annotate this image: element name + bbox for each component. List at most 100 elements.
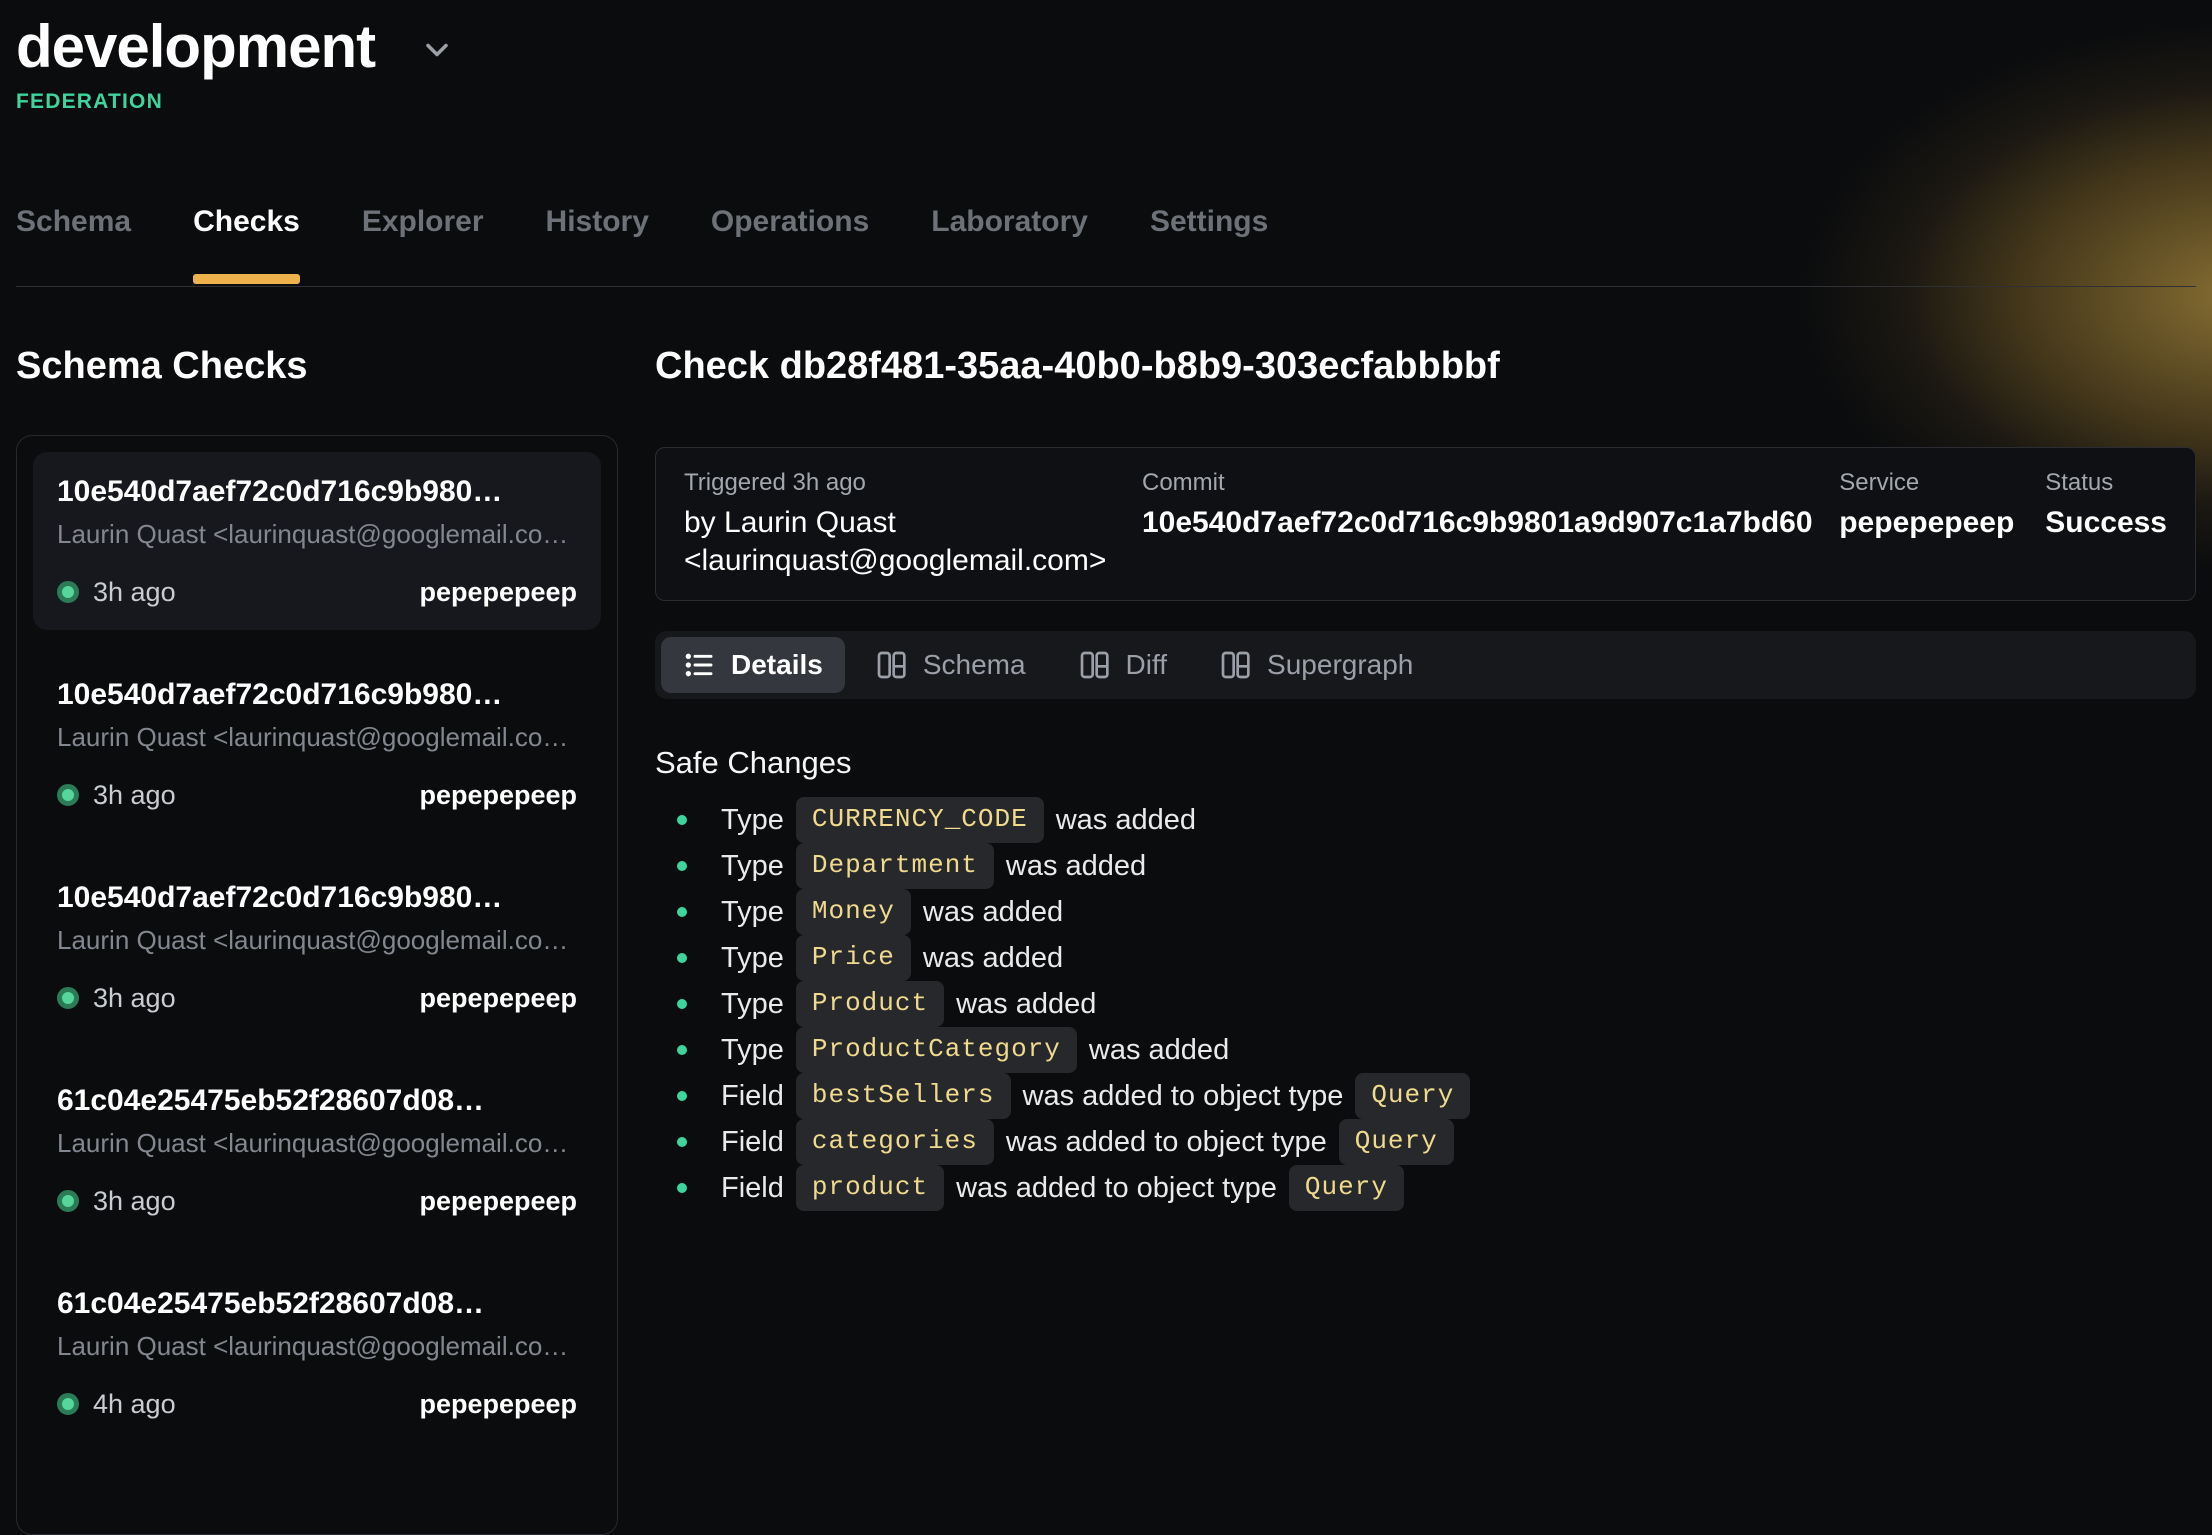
service-label: Service bbox=[1839, 468, 2045, 498]
check-hash: 10e540d7aef72c0d716c9b980… bbox=[57, 677, 577, 713]
view-tab-schema[interactable]: Schema bbox=[853, 637, 1048, 693]
change-item: Type Money was added bbox=[655, 889, 2196, 935]
safe-changes-list: Type CURRENCY_CODE was added Type Depart… bbox=[655, 797, 2196, 1211]
change-item: Type ProductCategory was added bbox=[655, 1027, 2196, 1073]
check-hash: 61c04e25475eb52f28607d08… bbox=[57, 1286, 577, 1322]
chevron-down-icon[interactable] bbox=[419, 32, 455, 68]
check-meta-panel: Triggered 3h ago by Laurin Quast <laurin… bbox=[655, 447, 2196, 601]
check-author: Laurin Quast <laurinquast@googlemail.co… bbox=[57, 1330, 577, 1362]
schema-check-item[interactable]: 10e540d7aef72c0d716c9b980… Laurin Quast … bbox=[33, 858, 601, 1036]
columns-icon bbox=[1078, 649, 1110, 681]
commit-label: Commit bbox=[1142, 468, 1839, 498]
tab-explorer[interactable]: Explorer bbox=[362, 204, 484, 286]
change-item: Type CURRENCY_CODE was added bbox=[655, 797, 2196, 843]
check-author: Laurin Quast <laurinquast@googlemail.co… bbox=[57, 518, 577, 550]
project-name: development bbox=[16, 14, 375, 80]
bullet-icon bbox=[677, 815, 687, 825]
change-item: Field bestSellers was added to object ty… bbox=[655, 1073, 2196, 1119]
check-view-tabs: Details Schema Diff Supergraph bbox=[655, 631, 2196, 699]
tab-laboratory[interactable]: Laboratory bbox=[931, 204, 1088, 286]
bullet-icon bbox=[677, 1045, 687, 1055]
change-item: Type Price was added bbox=[655, 935, 2196, 981]
check-hash: 10e540d7aef72c0d716c9b980… bbox=[57, 474, 577, 510]
bullet-icon bbox=[677, 1183, 687, 1193]
status-dot-icon bbox=[57, 1393, 79, 1415]
check-service: pepepepeep bbox=[419, 982, 577, 1014]
check-detail: Check db28f481-35aa-40b0-b8b9-303ecfabbb… bbox=[655, 343, 2196, 1535]
tab-operations[interactable]: Operations bbox=[711, 204, 869, 286]
meta-service: Service pepepepeep bbox=[1839, 468, 2045, 580]
schema-check-item[interactable]: 10e540d7aef72c0d716c9b980… Laurin Quast … bbox=[33, 655, 601, 833]
view-tab-diff[interactable]: Diff bbox=[1056, 637, 1190, 693]
columns-icon bbox=[1219, 649, 1251, 681]
status-value: Success bbox=[2045, 504, 2167, 542]
check-service: pepepepeep bbox=[419, 1185, 577, 1217]
columns-icon bbox=[875, 649, 907, 681]
project-header: development FEDERATION Schema Checks Explo… bbox=[0, 0, 2212, 287]
code-chip: categories bbox=[796, 1119, 994, 1165]
code-chip: Query bbox=[1355, 1073, 1470, 1119]
status-dot-icon bbox=[57, 987, 79, 1009]
code-chip: Money bbox=[796, 889, 911, 935]
bullet-icon bbox=[677, 1091, 687, 1101]
check-time: 3h ago bbox=[93, 576, 176, 608]
change-item: Type Product was added bbox=[655, 981, 2196, 1027]
check-time: 3h ago bbox=[93, 982, 176, 1014]
code-chip: Query bbox=[1339, 1119, 1454, 1165]
status-dot-icon bbox=[57, 784, 79, 806]
bullet-icon bbox=[677, 1137, 687, 1147]
code-chip: Product bbox=[796, 981, 944, 1027]
tab-settings[interactable]: Settings bbox=[1150, 204, 1268, 286]
meta-status: Status Success bbox=[2045, 468, 2167, 580]
view-tab-supergraph[interactable]: Supergraph bbox=[1197, 637, 1435, 693]
tab-schema[interactable]: Schema bbox=[16, 204, 131, 286]
triggered-label: Triggered 3h ago bbox=[684, 468, 1142, 498]
check-service: pepepepeep bbox=[419, 1388, 577, 1420]
triggered-value: by Laurin Quast <laurinquast@googlemail.… bbox=[684, 504, 1142, 580]
status-label: Status bbox=[2045, 468, 2167, 498]
schema-check-item[interactable]: 61c04e25475eb52f28607d08… Laurin Quast <… bbox=[33, 1264, 601, 1442]
code-chip: Query bbox=[1289, 1165, 1404, 1211]
code-chip: product bbox=[796, 1165, 944, 1211]
schema-check-item[interactable]: 61c04e25475eb52f28607d08… Laurin Quast <… bbox=[33, 1061, 601, 1239]
tab-history[interactable]: History bbox=[546, 204, 649, 286]
check-service: pepepepeep bbox=[419, 779, 577, 811]
status-dot-icon bbox=[57, 581, 79, 603]
bullet-icon bbox=[677, 953, 687, 963]
status-dot-icon bbox=[57, 1190, 79, 1212]
code-chip: CURRENCY_CODE bbox=[796, 797, 1044, 843]
code-chip: ProductCategory bbox=[796, 1027, 1077, 1073]
check-hash: 10e540d7aef72c0d716c9b980… bbox=[57, 880, 577, 916]
check-title: Check db28f481-35aa-40b0-b8b9-303ecfabbb… bbox=[655, 343, 2196, 389]
code-chip: Price bbox=[796, 935, 911, 981]
service-value: pepepepeep bbox=[1839, 504, 2045, 542]
check-author: Laurin Quast <laurinquast@googlemail.co… bbox=[57, 1127, 577, 1159]
main-tabs: Schema Checks Explorer History Operations Lab… bbox=[16, 204, 2196, 287]
safe-changes-title: Safe Changes bbox=[655, 743, 2196, 783]
check-hash: 61c04e25475eb52f28607d08… bbox=[57, 1083, 577, 1119]
check-time: 3h ago bbox=[93, 779, 176, 811]
bullet-icon bbox=[677, 861, 687, 871]
schema-checks-panel: Schema Checks 10e540d7aef72c0d716c9b980…… bbox=[16, 343, 618, 1535]
content: Schema Checks 10e540d7aef72c0d716c9b980…… bbox=[0, 343, 2212, 1535]
bullet-icon bbox=[677, 999, 687, 1009]
list-icon bbox=[683, 649, 715, 681]
change-item: Field categories was added to object typ… bbox=[655, 1119, 2196, 1165]
code-chip: bestSellers bbox=[796, 1073, 1011, 1119]
check-author: Laurin Quast <laurinquast@googlemail.co… bbox=[57, 721, 577, 753]
schema-checks-list: 10e540d7aef72c0d716c9b980… Laurin Quast … bbox=[16, 435, 618, 1535]
federation-badge: FEDERATION bbox=[16, 90, 2196, 114]
check-time: 3h ago bbox=[93, 1185, 176, 1217]
view-tab-details[interactable]: Details bbox=[661, 637, 845, 693]
code-chip: Department bbox=[796, 843, 994, 889]
change-item: Field product was added to object type Q… bbox=[655, 1165, 2196, 1211]
check-author: Laurin Quast <laurinquast@googlemail.co… bbox=[57, 924, 577, 956]
change-item: Type Department was added bbox=[655, 843, 2196, 889]
check-service: pepepepeep bbox=[419, 576, 577, 608]
tab-checks[interactable]: Checks bbox=[193, 204, 300, 286]
meta-commit: Commit 10e540d7aef72c0d716c9b9801a9d907c… bbox=[1142, 468, 1839, 580]
schema-check-item[interactable]: 10e540d7aef72c0d716c9b980… Laurin Quast … bbox=[33, 452, 601, 630]
bullet-icon bbox=[677, 907, 687, 917]
commit-value: 10e540d7aef72c0d716c9b9801a9d907c1a7bd60 bbox=[1142, 504, 1839, 542]
meta-triggered: Triggered 3h ago by Laurin Quast <laurin… bbox=[684, 468, 1142, 580]
